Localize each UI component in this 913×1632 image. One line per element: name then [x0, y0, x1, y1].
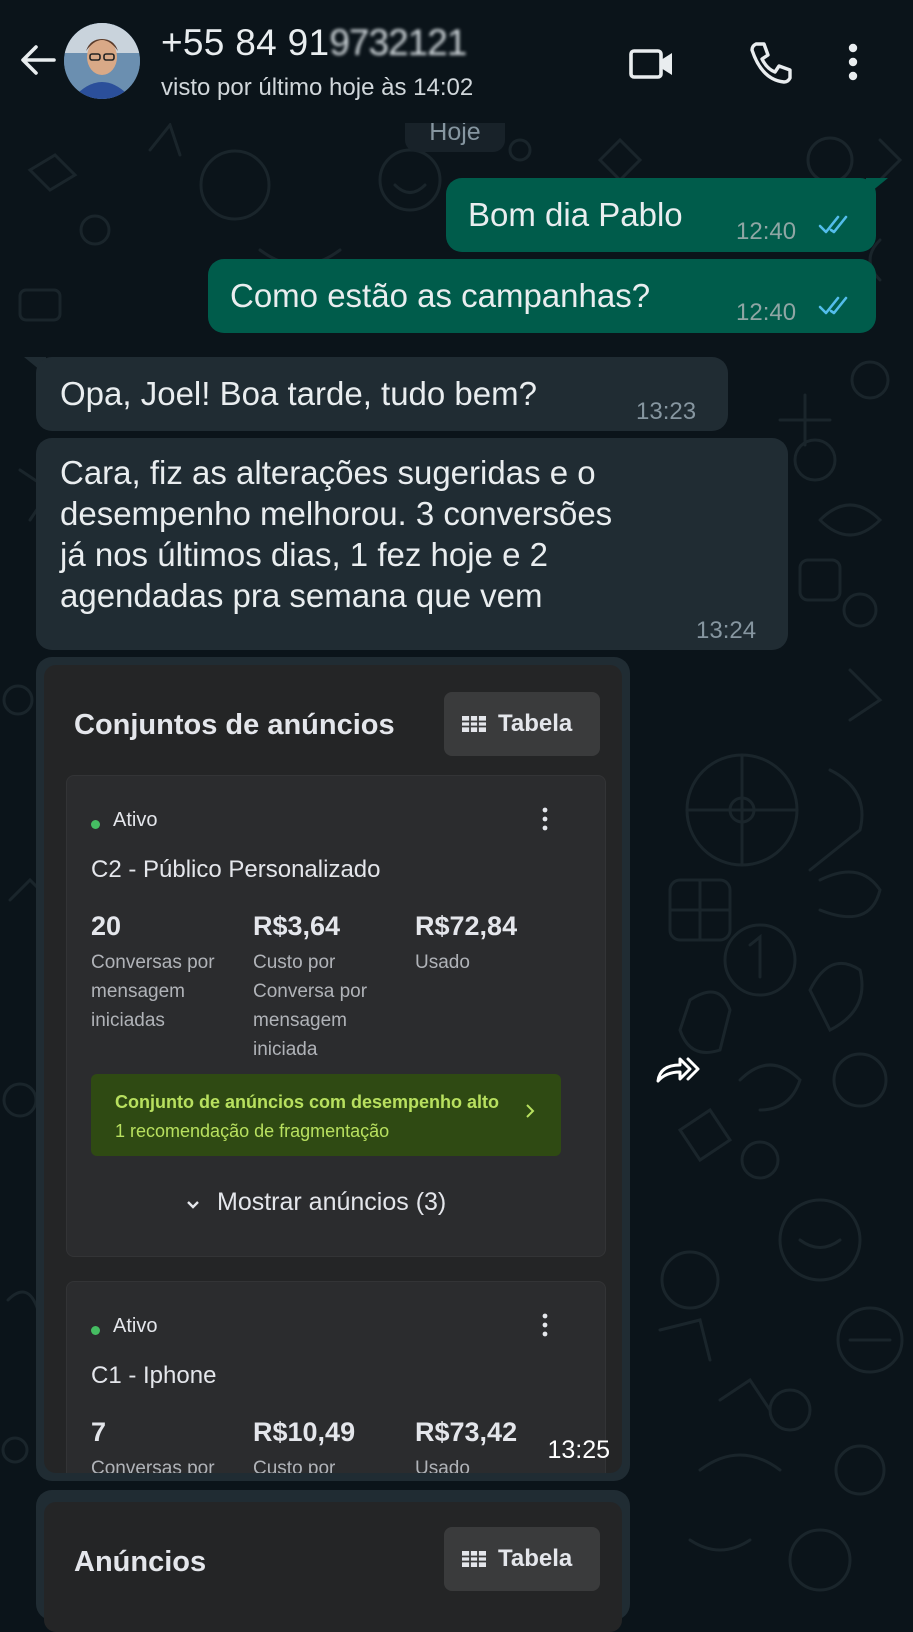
adset-card: Ativo C1 - Iphone 7 Conversas por R$10,4…: [66, 1281, 606, 1473]
metric-spent: R$73,42 Usado: [415, 1416, 565, 1473]
voice-call-button[interactable]: [744, 38, 796, 90]
message-text: Como estão as campanhas?: [230, 277, 651, 314]
message-time: 13:23: [636, 398, 697, 425]
metric-label: Custo por Conversa por mensagem iniciada: [253, 952, 368, 1060]
metric-value: 7: [91, 1417, 107, 1447]
adset-status: Ativo: [113, 809, 158, 831]
double-check-icon: [818, 296, 848, 315]
metric-value: R$3,64: [253, 911, 341, 941]
metric-conversations: 20 Conversas por mensagem iniciadas: [91, 910, 241, 1035]
metric-value: R$73,42: [415, 1417, 518, 1447]
metric-cost: R$3,64 Custo por Conversa por mensagem i…: [253, 910, 403, 1064]
metric-spent: R$72,84 Usado: [415, 910, 565, 977]
forward-icon: [656, 1057, 700, 1083]
kebab-icon: [542, 1313, 548, 1337]
metric-value: 20: [91, 911, 122, 941]
contact-photo: [64, 23, 140, 99]
table-icon: [462, 1551, 486, 1567]
image-message[interactable]: Anúncios Tabela: [36, 1490, 630, 1632]
outgoing-message[interactable]: Bom dia Pablo 12:40: [446, 178, 876, 252]
kebab-icon: [542, 807, 548, 831]
redacted-number: 9732121: [329, 22, 467, 63]
forward-button[interactable]: [652, 1049, 704, 1089]
active-status-dot: [91, 820, 100, 829]
last-seen-status: visto por último hoje às 14:02: [161, 74, 474, 101]
metric-value: R$10,49: [253, 1417, 356, 1447]
metric-label: Usado: [415, 1458, 470, 1473]
incoming-message[interactable]: Opa, Joel! Boa tarde, tudo bem? 13:23: [36, 357, 728, 431]
ads-screenshot[interactable]: Conjuntos de anúncios Tabela Ativo C2 - …: [44, 665, 622, 1473]
table-view-button: Tabela: [444, 692, 600, 756]
contact-name[interactable]: +55 84 919732121: [161, 22, 467, 64]
more-vert-icon: [848, 43, 858, 81]
metric-cost: R$10,49 Custo por: [253, 1416, 403, 1473]
message-text: Cara, fiz as alterações sugeridas e o de…: [60, 454, 613, 614]
adset-name: C1 - Iphone: [91, 1362, 217, 1389]
avatar[interactable]: [64, 23, 140, 99]
metric-label: Usado: [415, 952, 470, 973]
metric-label: Conversas por: [91, 1458, 215, 1473]
section-title: Anúncios: [74, 1546, 207, 1578]
adset-card: Ativo C2 - Público Personalizado 20 Conv…: [66, 775, 606, 1257]
metric-label: Conversas por mensagem iniciadas: [91, 952, 215, 1031]
phone-icon: [750, 42, 792, 84]
video-call-button[interactable]: [626, 38, 678, 90]
back-button[interactable]: [14, 36, 62, 84]
message-time: 12:40: [736, 218, 797, 245]
more-options-button[interactable]: [838, 38, 868, 90]
show-ads-toggle: Mostrar anúncios (3): [185, 1188, 446, 1217]
metric-value: R$72,84: [415, 911, 518, 941]
outgoing-message[interactable]: Como estão as campanhas? 12:40: [208, 259, 876, 333]
message-text: Bom dia Pablo: [468, 196, 683, 233]
chat-header: +55 84 919732121 visto por último hoje à…: [0, 0, 913, 123]
active-status-dot: [91, 1326, 100, 1335]
video-call-icon: [629, 49, 672, 79]
adset-status: Ativo: [113, 1315, 158, 1337]
double-check-icon: [818, 215, 848, 234]
image-message[interactable]: Conjuntos de anúncios Tabela Ativo C2 - …: [36, 657, 630, 1481]
chevron-down-icon: [187, 1201, 199, 1209]
ads-screenshot[interactable]: Anúncios Tabela: [44, 1502, 622, 1632]
recommendation-subtitle: 1 recomendação de fragmentação: [115, 1121, 390, 1141]
message-time: 12:40: [736, 299, 797, 326]
message-text: Opa, Joel! Boa tarde, tudo bem?: [60, 375, 537, 412]
recommendation-title: Conjunto de anúncios com desempenho alto: [115, 1092, 500, 1112]
metric-conversations: 7 Conversas por: [91, 1416, 241, 1473]
adset-name: C2 - Público Personalizado: [91, 856, 381, 883]
metric-label: Custo por: [253, 1458, 336, 1473]
chevron-right-icon: [526, 1104, 535, 1118]
section-title: Conjuntos de anúncios: [74, 709, 395, 741]
message-time: 13:25: [547, 1436, 610, 1464]
message-time: 13:24: [696, 617, 757, 644]
recommendation-banner: Conjunto de anúncios com desempenho alto…: [91, 1074, 561, 1156]
incoming-message[interactable]: Cara, fiz as alterações sugeridas e o de…: [36, 438, 788, 650]
table-view-button: Tabela: [444, 1527, 600, 1591]
back-arrow-icon: [21, 45, 56, 75]
table-icon: [462, 716, 486, 732]
